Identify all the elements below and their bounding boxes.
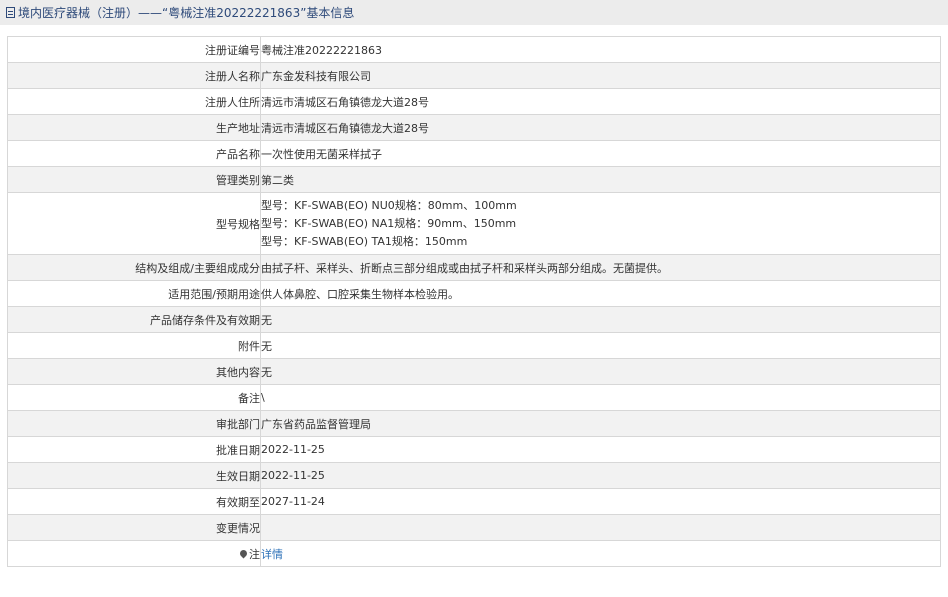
row-value: 2027-11-24 (260, 488, 941, 515)
row-label: 变更情况 (7, 514, 261, 541)
table-row: 产品名称 一次性使用无菌采样拭子 (7, 140, 941, 167)
table-row: 产品储存条件及有效期 无 (7, 306, 941, 333)
row-label: 其他内容 (7, 358, 261, 385)
note-label: 注 (249, 547, 260, 561)
row-label: 注册人住所 (7, 88, 261, 115)
row-label: 生产地址 (7, 114, 261, 141)
row-label: 批准日期 (7, 436, 261, 463)
table-row: 附件 无 (7, 332, 941, 359)
row-value: 由拭子杆、采样头、折断点三部分组成或由拭子杆和采样头两部分组成。无菌提供。 (260, 254, 941, 281)
row-label: 附件 (7, 332, 261, 359)
table-row: 生产地址 清远市清城区石角镇德龙大道28号 (7, 114, 941, 141)
table-row: 注册人名称 广东金发科技有限公司 (7, 62, 941, 89)
row-label: 管理类别 (7, 166, 261, 193)
table-row: 变更情况 (7, 514, 941, 541)
document-icon (6, 7, 15, 18)
row-label: 注 (7, 540, 261, 567)
row-label: 适用范围/预期用途 (7, 280, 261, 307)
spec-line: 型号：KF-SWAB(EO) NA1规格：90mm、150mm (261, 216, 517, 230)
spec-line: 型号：KF-SWAB(EO) TA1规格：150mm (261, 234, 468, 248)
table-row: 注册证编号 粤械注准20222221863 (7, 36, 941, 63)
row-label: 结构及组成/主要组成成分 (7, 254, 261, 281)
table-row: 审批部门 广东省药品监督管理局 (7, 410, 941, 437)
row-label: 审批部门 (7, 410, 261, 437)
table-row: 生效日期 2022-11-25 (7, 462, 941, 489)
row-value: 广东金发科技有限公司 (260, 62, 941, 89)
row-label: 型号规格 (7, 192, 261, 255)
row-label: 产品名称 (7, 140, 261, 167)
table-row: 结构及组成/主要组成成分 由拭子杆、采样头、折断点三部分组成或由拭子杆和采样头两… (7, 254, 941, 281)
table-row: 其他内容 无 (7, 358, 941, 385)
row-label: 生效日期 (7, 462, 261, 489)
table-row: 适用范围/预期用途 供人体鼻腔、口腔采集生物样本检验用。 (7, 280, 941, 307)
row-value: 型号：KF-SWAB(EO) NU0规格：80mm、100mm 型号：KF-SW… (260, 192, 941, 255)
row-value: 无 (260, 332, 941, 359)
table-row: 注册人住所 清远市清城区石角镇德龙大道28号 (7, 88, 941, 115)
table-row: 注 详情 (7, 540, 941, 567)
table-row: 批准日期 2022-11-25 (7, 436, 941, 463)
row-value: 无 (260, 306, 941, 333)
pin-icon (238, 548, 249, 558)
table-row: 型号规格 型号：KF-SWAB(EO) NU0规格：80mm、100mm 型号：… (7, 192, 941, 255)
page-title: 境内医疗器械（注册）——“粤械注准20222221863”基本信息 (18, 6, 355, 20)
table-row: 有效期至 2027-11-24 (7, 488, 941, 515)
page-header: 境内医疗器械（注册）——“粤械注准20222221863”基本信息 (0, 0, 948, 25)
row-label: 产品储存条件及有效期 (7, 306, 261, 333)
row-value: \ (260, 384, 941, 411)
row-value: 第二类 (260, 166, 941, 193)
row-value: 2022-11-25 (260, 462, 941, 489)
row-label: 有效期至 (7, 488, 261, 515)
row-label: 备注 (7, 384, 261, 411)
table-row: 备注 \ (7, 384, 941, 411)
row-value: 清远市清城区石角镇德龙大道28号 (260, 114, 941, 141)
row-value: 2022-11-25 (260, 436, 941, 463)
details-link[interactable]: 详情 (261, 548, 283, 561)
info-table: 注册证编号 粤械注准20222221863 注册人名称 广东金发科技有限公司 注… (7, 36, 941, 567)
row-value: 广东省药品监督管理局 (260, 410, 941, 437)
row-value: 详情 (260, 540, 941, 567)
row-value (260, 514, 941, 541)
row-value: 粤械注准20222221863 (260, 36, 941, 63)
row-value: 一次性使用无菌采样拭子 (260, 140, 941, 167)
table-row: 管理类别 第二类 (7, 166, 941, 193)
row-value: 清远市清城区石角镇德龙大道28号 (260, 88, 941, 115)
spec-line: 型号：KF-SWAB(EO) NU0规格：80mm、100mm (261, 198, 517, 212)
row-label: 注册人名称 (7, 62, 261, 89)
row-value: 供人体鼻腔、口腔采集生物样本检验用。 (260, 280, 941, 307)
row-value: 无 (260, 358, 941, 385)
row-label: 注册证编号 (7, 36, 261, 63)
